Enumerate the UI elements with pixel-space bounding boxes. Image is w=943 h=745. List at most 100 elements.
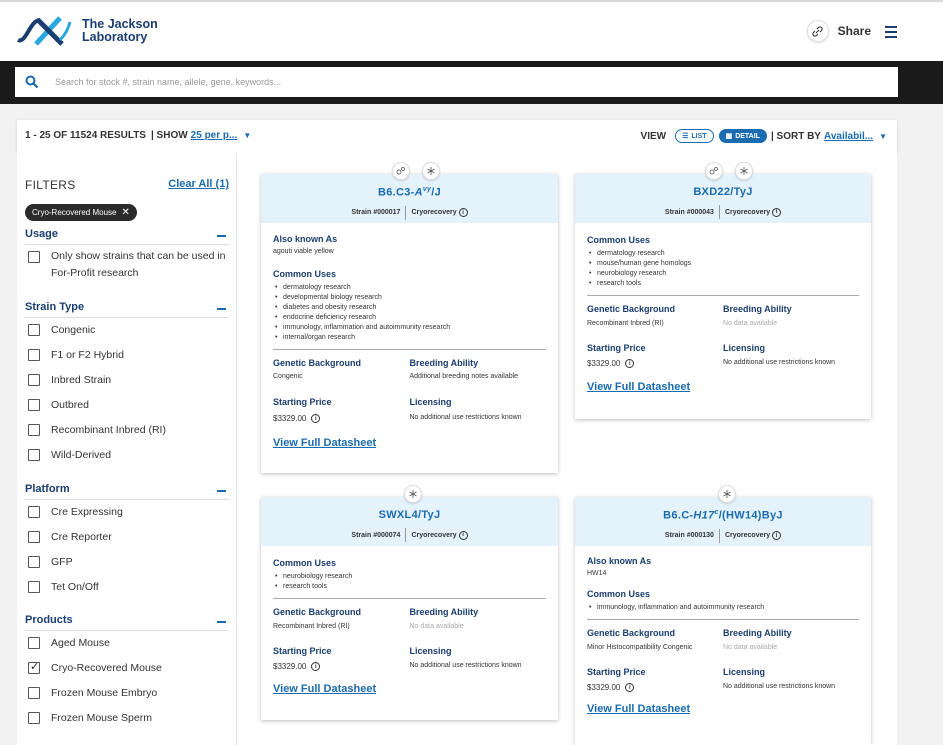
cryorecovery-label: Cryorecovery — [724, 208, 771, 216]
info-icon[interactable]: i — [311, 414, 321, 423]
filter-option[interactable]: Outbred — [25, 393, 228, 418]
filter-group-strain-type: Strain Type Congenic F1 or F2 Hybrid Inb… — [25, 301, 228, 468]
common-uses-label: Common Uses — [273, 558, 337, 568]
strain-number: Strain #000017 — [351, 209, 401, 217]
title-superscript: vy — [422, 186, 432, 193]
info-icon[interactable]: i — [772, 531, 782, 541]
info-icon[interactable]: i — [311, 662, 321, 671]
licensing-value: No additional use restrictions known — [723, 359, 836, 366]
filter-option[interactable]: Aged Mouse — [25, 631, 228, 656]
checkbox-checked[interactable] — [28, 660, 40, 674]
info-icon[interactable]: i — [772, 207, 782, 217]
filter-option-label: Cre Reporter — [51, 531, 112, 543]
strain-title-link[interactable]: BXD22/TyJ — [575, 186, 871, 198]
filter-option[interactable]: Inbred Strain — [25, 368, 228, 393]
active-filter-chip[interactable]: Cryo-Recovered Mouse ✕ — [25, 204, 137, 221]
filter-option[interactable]: Frozen Mouse Sperm — [25, 706, 228, 731]
checkbox[interactable] — [28, 637, 40, 649]
cryorecovery-label: Cryorecovery — [411, 209, 457, 217]
filter-option[interactable]: Tet On/Off — [25, 575, 228, 600]
details-row: Genetic Background Recombinant Inbred (RI… — [587, 304, 859, 327]
search-input[interactable] — [55, 77, 835, 87]
checkbox[interactable] — [28, 687, 40, 699]
snowflake-icon[interactable] — [404, 485, 422, 503]
chevron-down-icon[interactable]: ▼ — [243, 131, 251, 140]
list-item: diabetes and obesity research — [273, 303, 546, 313]
checkbox[interactable] — [28, 349, 40, 361]
cryorecovery-label: Cryorecovery — [724, 532, 771, 540]
filter-option-label: Cre Expressing — [51, 506, 123, 518]
filter-group-header[interactable]: Usage — [25, 228, 228, 245]
per-page-dropdown[interactable]: 25 per p... — [191, 130, 238, 141]
filter-option[interactable]: Cre Expressing — [25, 500, 228, 525]
close-icon[interactable]: ✕ — [121, 207, 129, 218]
filter-option[interactable]: Cre Reporter — [25, 525, 228, 550]
filter-option[interactable]: GFP — [25, 550, 228, 575]
card-header: B6.C-H17c/(HW14)ByJ Strain #000130 Cryore… — [575, 497, 871, 546]
checkbox[interactable] — [28, 324, 40, 336]
detail-view-button[interactable]: ▦ DETAIL — [718, 129, 767, 143]
chevron-down-icon[interactable]: ▼ — [879, 132, 887, 141]
checkbox[interactable] — [28, 374, 40, 386]
checkbox[interactable] — [28, 531, 40, 543]
filter-option-label: Cryo-Recovered Mouse — [51, 662, 162, 674]
collapse-icon[interactable] — [217, 308, 226, 310]
collapse-icon[interactable] — [217, 235, 226, 237]
snowflake-icon[interactable] — [422, 162, 440, 180]
clear-all-link[interactable]: Clear All (1) — [168, 178, 229, 192]
hamburger-menu-icon[interactable] — [885, 26, 897, 41]
info-icon[interactable]: i — [625, 683, 635, 692]
checkbox[interactable] — [28, 399, 40, 411]
snowflake-icon[interactable] — [718, 485, 736, 503]
filter-group-products: Products Aged Mouse Cryo-Recovered Mouse… — [25, 614, 228, 731]
list-item: neurobiology research — [587, 269, 859, 279]
strain-title-link[interactable]: B6.C-H17c/(HW14)ByJ — [575, 509, 871, 522]
cryo-icon[interactable] — [392, 162, 410, 180]
filter-group-header[interactable]: Platform — [25, 483, 228, 500]
common-uses-list: immunology, inflammation and autoimmunit… — [587, 603, 859, 613]
view-datasheet-link[interactable]: View Full Datasheet — [273, 437, 546, 449]
view-datasheet-link[interactable]: View Full Datasheet — [587, 381, 859, 393]
share-button[interactable]: Share — [806, 20, 871, 42]
breeding-ability-label: Breeding Ability — [723, 628, 792, 638]
search-icon[interactable] — [25, 75, 39, 89]
filter-option[interactable]: Congenic — [25, 318, 228, 343]
collapse-icon[interactable] — [217, 490, 226, 492]
info-icon[interactable]: i — [458, 208, 468, 218]
filter-option[interactable]: Cryo-Recovered Mouse — [25, 656, 228, 681]
filter-option[interactable]: Wild-Derived — [25, 443, 228, 468]
view-datasheet-link[interactable]: View Full Datasheet — [273, 683, 546, 695]
checkbox[interactable] — [28, 581, 40, 593]
sort-dropdown[interactable]: Availabil... — [824, 131, 873, 142]
title-italic: H17 — [693, 509, 715, 522]
filter-option-label: Aged Mouse — [51, 637, 110, 649]
cryo-icon[interactable] — [705, 162, 723, 180]
checkbox[interactable] — [28, 449, 40, 461]
info-icon[interactable]: i — [458, 530, 468, 540]
filter-group-title: Strain Type — [25, 301, 85, 313]
filter-group-header[interactable]: Products — [25, 614, 228, 631]
list-view-button[interactable]: ☰ LIST — [675, 129, 714, 143]
filter-option[interactable]: F1 or F2 Hybrid — [25, 343, 228, 368]
strain-title-link[interactable]: SWXL4/TyJ — [261, 509, 558, 521]
info-icon[interactable]: i — [625, 359, 635, 368]
checkbox[interactable] — [28, 556, 40, 568]
filter-option[interactable]: Recombinant Inbred (RI) — [25, 418, 228, 443]
collapse-icon[interactable] — [217, 621, 226, 623]
jax-logo[interactable]: The Jackson Laboratory — [16, 14, 158, 48]
checkbox[interactable] — [28, 251, 40, 263]
checkbox[interactable] — [28, 424, 40, 436]
checkbox[interactable] — [28, 712, 40, 724]
filter-group-header[interactable]: Strain Type — [25, 301, 228, 318]
filter-group-title: Usage — [25, 228, 59, 240]
filter-option[interactable]: Only show strains that can be used in Fo… — [25, 245, 228, 287]
snowflake-icon[interactable] — [735, 162, 753, 180]
card-header: SWXL4/TyJ Strain #000074 Cryorecovery i — [261, 497, 558, 546]
card-subheader: Strain #000043 Cryorecovery i — [575, 205, 871, 219]
strain-title-link[interactable]: B6.C3-Avy/J — [261, 186, 558, 199]
view-datasheet-link[interactable]: View Full Datasheet — [587, 703, 859, 715]
filter-option[interactable]: Frozen Mouse Embryo — [25, 681, 228, 706]
filters-header: FILTERS Clear All (1) — [25, 178, 229, 192]
card-icons — [386, 162, 446, 180]
checkbox[interactable] — [28, 506, 40, 518]
